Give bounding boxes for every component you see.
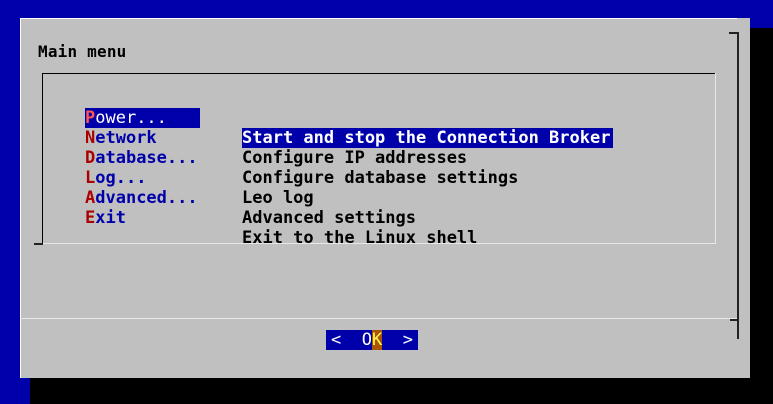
menu-description: Exit to the Linux shell: [242, 228, 478, 248]
ok-right-bracket: >: [382, 330, 413, 350]
menu-description: Advanced settings: [242, 208, 416, 228]
menu-description: Start and stop the Connection Broker: [242, 128, 614, 148]
menu-description: Leo log: [242, 188, 314, 208]
dialog-border-top: [20, 18, 737, 19]
menu-item-power[interactable]: Power... Start and stop the Connection B…: [85, 88, 614, 148]
menu-item-database[interactable]: Database... Configure database settings: [85, 128, 518, 188]
dialog-border-left: [20, 18, 21, 378]
menu-description: Configure database settings: [242, 168, 519, 188]
button-separator-corner: [730, 319, 739, 321]
menu-item-log[interactable]: Log... Leo log: [85, 148, 314, 208]
hotkey-letter: E: [85, 208, 96, 228]
menu-box-left: [42, 73, 43, 243]
dialog-border-right: [737, 32, 739, 339]
menu-description: Configure IP addresses: [242, 148, 468, 168]
ok-hotkey: K: [371, 330, 383, 350]
button-separator: [20, 318, 737, 319]
dialog-border-corner: [729, 32, 739, 34]
dialog-title: Main menu: [38, 42, 127, 61]
main-menu-dialog: Main menu Power... Start and stop the Co…: [20, 18, 750, 378]
terminal-screen: Main menu Power... Start and stop the Co…: [0, 0, 773, 404]
menu-box-top: [42, 73, 716, 74]
menu-box-corner: [34, 243, 43, 245]
menu-item-advanced[interactable]: Advanced... Advanced settings: [85, 168, 416, 228]
menu-tag-label: xit: [95, 208, 126, 228]
menu-item-network[interactable]: Network Configure IP addresses: [85, 108, 467, 168]
ok-label-first: O: [361, 330, 372, 350]
menu-list: Power... Start and stop the Connection B…: [85, 88, 614, 248]
ok-button[interactable]: < OK >: [326, 330, 418, 350]
menu-box-right: [715, 73, 716, 243]
menu-item-exit[interactable]: Exit Exit to the Linux shell: [85, 188, 477, 248]
menu-tag: Exit: [85, 208, 225, 228]
ok-left-bracket: <: [331, 330, 362, 350]
